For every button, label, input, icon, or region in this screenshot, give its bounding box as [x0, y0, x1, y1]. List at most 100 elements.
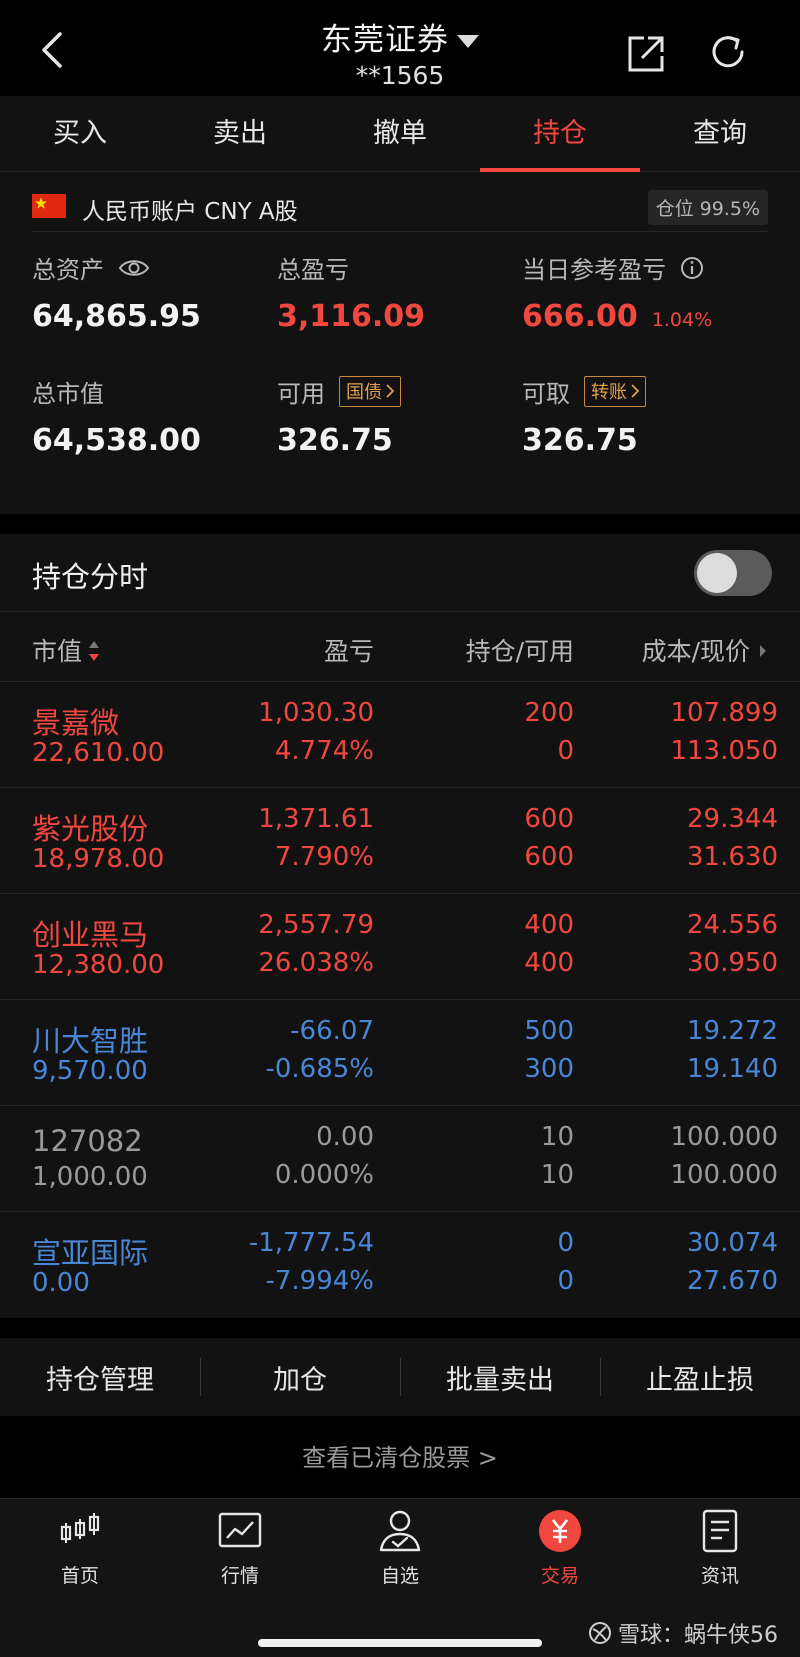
timeshare-toggle[interactable] [694, 550, 772, 596]
available-value: 326.75 [277, 423, 393, 458]
stock-market-value: 12,380.00 [32, 950, 165, 980]
account-row: 人民币账户 CNY A股 仓位 99.5% [32, 188, 768, 232]
stock-cost: 24.556 [687, 910, 778, 940]
market-value: 总市值 64,538.00 [32, 374, 201, 458]
nav-trade-label: 交易 [540, 1565, 579, 1587]
tab-buy[interactable]: 买入 [0, 96, 160, 171]
nav-market[interactable]: 行情 [160, 1507, 320, 1588]
stock-available: 600 [524, 842, 574, 872]
holding-actions: 持仓管理 加仓 批量卖出 止盈止损 [0, 1338, 800, 1416]
stock-pl: -1,777.54 [248, 1228, 374, 1258]
manage-holdings-button[interactable]: 持仓管理 [0, 1358, 200, 1397]
nav-home-label: 首页 [60, 1565, 99, 1587]
stock-cost: 30.074 [687, 1228, 778, 1258]
broker-selector[interactable]: 东莞证券 **1565 [0, 14, 800, 90]
stock-available: 0 [557, 1266, 574, 1296]
tab-cancel[interactable]: 撤单 [320, 96, 480, 171]
market-value-value: 64,538.00 [32, 423, 201, 458]
header-market-value[interactable]: 市值 [32, 632, 100, 668]
stock-name: 宣亚国际 [32, 1236, 149, 1270]
available-funds: 可用 国债 326.75 [277, 374, 401, 458]
stock-name: 紫光股份 [32, 812, 149, 846]
nav-market-label: 行情 [220, 1565, 259, 1587]
home-indicator [258, 1639, 542, 1647]
user-check-icon [379, 1510, 421, 1552]
sort-icon [89, 641, 100, 661]
bottom-nav: 首页 行情 自选 交易 资讯 雪球：蜗牛侠56 [0, 1498, 800, 1657]
timeshare-label: 持仓分时 [32, 560, 149, 594]
chevron-right-icon [760, 645, 766, 657]
table-row[interactable]: 景嘉微 22,610.00 1,030.30 4.774% 200 0 107.… [0, 682, 800, 788]
document-icon [702, 1509, 738, 1553]
withdrawable-value: 326.75 [522, 423, 638, 458]
account-label: 人民币账户 CNY A股 [82, 199, 298, 225]
daily-pl: 当日参考盈亏 666.00 1.04% [522, 250, 712, 334]
top-bar: 东莞证券 **1565 [0, 0, 800, 96]
take-profit-stop-loss-button[interactable]: 止盈止损 [600, 1357, 800, 1397]
view-cleared-stocks-link[interactable]: 查看已清仓股票 > [0, 1438, 800, 1473]
stock-pl-percent: 0.000% [274, 1160, 374, 1190]
refresh-icon [712, 36, 744, 68]
withdrawable-funds: 可取 转账 326.75 [522, 374, 646, 458]
account-summary: 人民币账户 CNY A股 仓位 99.5% 总资产 64,865.95 总盈亏 … [0, 172, 800, 514]
stock-pl-percent: 7.790% [274, 842, 374, 872]
stock-pl: 0.00 [316, 1122, 374, 1152]
stock-holding: 200 [524, 698, 574, 728]
stock-available: 400 [524, 948, 574, 978]
chevron-right-icon [631, 384, 639, 398]
daily-pl-label: 当日参考盈亏 [522, 256, 666, 284]
stock-name: 127082 [32, 1124, 143, 1158]
stock-holding: 0 [557, 1228, 574, 1258]
tab-holdings[interactable]: 持仓 [480, 96, 640, 172]
daily-pl-percent: 1.04% [651, 309, 713, 331]
header-holding: 持仓/可用 [465, 637, 574, 666]
nav-watchlist[interactable]: 自选 [320, 1507, 480, 1588]
watermark-text: 雪球：蜗牛侠56 [618, 1623, 778, 1648]
stock-holding: 500 [524, 1016, 574, 1046]
stock-pl: -66.07 [290, 1016, 374, 1046]
stock-pl-percent: -7.994% [265, 1266, 374, 1296]
daily-pl-value: 666.00 [522, 299, 638, 334]
transfer-button[interactable]: 转账 [584, 376, 646, 407]
withdrawable-label: 可取 [522, 380, 570, 408]
stock-market-value: 1,000.00 [32, 1162, 148, 1192]
holdings-timeshare-row: 持仓分时 [0, 534, 800, 612]
stock-pl: 1,030.30 [258, 698, 374, 728]
treasury-bond-button[interactable]: 国债 [339, 376, 401, 407]
total-assets-value: 64,865.95 [32, 299, 201, 334]
snowball-logo-icon [589, 1622, 611, 1644]
stock-pl-percent: 4.774% [274, 736, 374, 766]
header-cost[interactable]: 成本/现价 [642, 632, 768, 668]
share-button[interactable] [624, 32, 668, 76]
info-icon[interactable] [680, 256, 704, 280]
tab-sell[interactable]: 卖出 [160, 96, 320, 171]
stock-name: 景嘉微 [32, 706, 120, 740]
stock-pl-percent: 26.038% [258, 948, 374, 978]
nav-news[interactable]: 资讯 [640, 1507, 800, 1588]
stock-available: 0 [557, 736, 574, 766]
stock-name: 川大智胜 [32, 1024, 149, 1058]
caret-down-icon [457, 35, 479, 48]
table-row[interactable]: 紫光股份 18,978.00 1,371.61 7.790% 600 600 2… [0, 788, 800, 894]
table-row[interactable]: 川大智胜 9,570.00 -66.07 -0.685% 500 300 19.… [0, 1000, 800, 1106]
total-pl-value: 3,116.09 [277, 299, 426, 334]
table-row[interactable]: 创业黑马 12,380.00 2,557.79 26.038% 400 400 … [0, 894, 800, 1000]
stock-price: 30.950 [687, 948, 778, 978]
table-row[interactable]: 宣亚国际 0.00 -1,777.54 -7.994% 0 0 30.074 2… [0, 1212, 800, 1318]
stock-price: 31.630 [687, 842, 778, 872]
stock-market-value: 0.00 [32, 1268, 90, 1298]
nav-trade[interactable]: 交易 [480, 1507, 640, 1588]
batch-sell-button[interactable]: 批量卖出 [400, 1357, 600, 1397]
account-number: **1565 [355, 61, 445, 90]
stock-cost: 29.344 [687, 804, 778, 834]
nav-home[interactable]: 首页 [0, 1507, 160, 1588]
refresh-button[interactable] [706, 30, 750, 74]
tab-query[interactable]: 查询 [640, 96, 800, 171]
stock-cost: 19.272 [687, 1016, 778, 1046]
table-row[interactable]: 127082 1,000.00 0.00 0.000% 10 10 100.00… [0, 1106, 800, 1212]
stock-price: 19.140 [687, 1054, 778, 1084]
eye-icon[interactable] [118, 257, 150, 279]
add-position-button[interactable]: 加仓 [200, 1357, 400, 1397]
stock-holding: 400 [524, 910, 574, 940]
stock-price: 113.050 [670, 736, 778, 766]
